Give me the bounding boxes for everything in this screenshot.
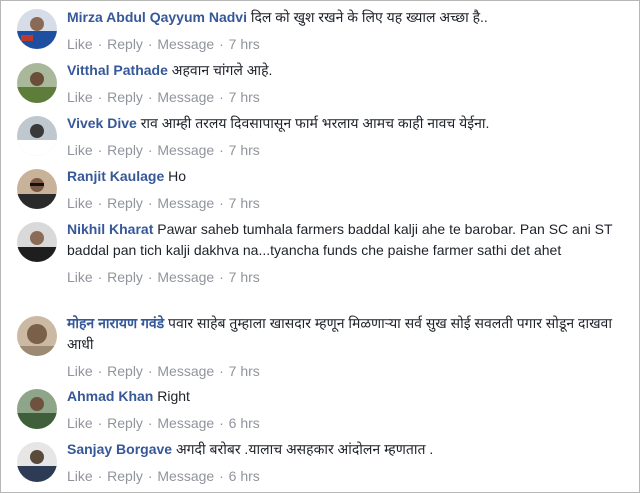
separator: · — [147, 363, 153, 379]
profile-photo-icon — [17, 389, 57, 429]
avatar[interactable] — [17, 316, 57, 356]
timestamp-link[interactable]: 7 hrs — [229, 36, 260, 52]
avatar[interactable] — [17, 9, 57, 49]
avatar[interactable] — [17, 442, 57, 482]
timestamp-link[interactable]: 7 hrs — [229, 269, 260, 285]
separator: · — [147, 468, 153, 484]
comment-actions: Like · Reply · Message · 7 hrs — [67, 34, 627, 54]
like-link[interactable]: Like — [67, 415, 93, 431]
reply-link[interactable]: Reply — [107, 195, 143, 211]
separator: · — [219, 195, 224, 211]
separator: · — [97, 269, 103, 285]
comments-panel: Mirza Abdul Qayyum Nadvi दिल को खुश रखने… — [0, 0, 640, 493]
timestamp-link[interactable]: 6 hrs — [229, 468, 260, 484]
separator: · — [219, 468, 224, 484]
separator: · — [97, 415, 103, 431]
comment-text: राव आम्ही तरलय दिवसापासून फार्म भरलाय आम… — [140, 115, 490, 131]
comment-author-link[interactable]: Nikhil Kharat — [67, 221, 153, 237]
separator: · — [97, 363, 103, 379]
profile-photo-icon — [17, 116, 57, 156]
comment-actions: Like · Reply · Message · 6 hrs — [67, 466, 627, 486]
reply-link[interactable]: Reply — [107, 415, 143, 431]
separator: · — [147, 415, 153, 431]
avatar[interactable] — [17, 169, 57, 209]
comment-actions: Like · Reply · Message · 6 hrs — [67, 413, 627, 433]
like-link[interactable]: Like — [67, 142, 93, 158]
like-link[interactable]: Like — [67, 269, 93, 285]
profile-photo-icon — [17, 222, 57, 262]
separator: · — [97, 89, 103, 105]
comment-actions: Like · Reply · Message · 7 hrs — [67, 361, 627, 381]
separator: · — [147, 89, 153, 105]
separator: · — [147, 142, 153, 158]
message-link[interactable]: Message — [157, 142, 214, 158]
profile-photo-icon — [17, 63, 57, 103]
comment-text: Ho — [168, 168, 187, 184]
comment-actions: Like · Reply · Message · 7 hrs — [67, 193, 627, 213]
comment-actions: Like · Reply · Message · 7 hrs — [67, 140, 627, 160]
like-link[interactable]: Like — [67, 468, 93, 484]
timestamp-link[interactable]: 7 hrs — [229, 195, 260, 211]
separator: · — [147, 195, 153, 211]
timestamp-link[interactable]: 7 hrs — [229, 363, 260, 379]
profile-photo-icon — [17, 9, 57, 49]
separator: · — [147, 36, 153, 52]
comment-author-link[interactable]: Ahmad Khan — [67, 388, 153, 404]
profile-photo-icon — [17, 169, 57, 209]
avatar[interactable] — [17, 63, 57, 103]
message-link[interactable]: Message — [157, 269, 214, 285]
like-link[interactable]: Like — [67, 36, 93, 52]
comment-author-link[interactable]: Vivek Dive — [67, 115, 137, 131]
reply-link[interactable]: Reply — [107, 269, 143, 285]
comment-author-link[interactable]: Sanjay Borgave — [67, 441, 172, 457]
message-link[interactable]: Message — [157, 89, 214, 105]
reply-link[interactable]: Reply — [107, 468, 143, 484]
comment-text: अगदी बरोबर .यालाच असहकार आंदोलन म्हणतात … — [175, 441, 434, 457]
comment-text: अहवान चांगले आहे. — [171, 62, 273, 78]
separator: · — [97, 195, 103, 211]
timestamp-link[interactable]: 6 hrs — [229, 415, 260, 431]
comment-author-link[interactable]: Vitthal Pathade — [67, 62, 168, 78]
like-link[interactable]: Like — [67, 363, 93, 379]
comment-author-link[interactable]: Ranjit Kaulage — [67, 168, 164, 184]
separator: · — [219, 142, 224, 158]
comment-text: दिल को खुश रखने के लिए यह ख्याल अच्छा है… — [250, 9, 488, 25]
avatar[interactable] — [17, 116, 57, 156]
comment-actions: Like · Reply · Message · 7 hrs — [67, 267, 627, 287]
comment-text: Right — [157, 388, 190, 404]
separator: · — [147, 269, 153, 285]
reply-link[interactable]: Reply — [107, 142, 143, 158]
reply-link[interactable]: Reply — [107, 89, 143, 105]
avatar[interactable] — [17, 389, 57, 429]
separator: · — [219, 89, 224, 105]
message-link[interactable]: Message — [157, 36, 214, 52]
timestamp-link[interactable]: 7 hrs — [229, 89, 260, 105]
separator: · — [97, 468, 103, 484]
separator: · — [219, 415, 224, 431]
message-link[interactable]: Message — [157, 468, 214, 484]
reply-link[interactable]: Reply — [107, 36, 143, 52]
separator: · — [219, 363, 224, 379]
comment-author-link[interactable]: मोहन नारायण गवंडे — [67, 315, 164, 331]
profile-photo-icon — [17, 316, 57, 356]
separator: · — [97, 36, 103, 52]
separator: · — [219, 36, 224, 52]
message-link[interactable]: Message — [157, 195, 214, 211]
message-link[interactable]: Message — [157, 415, 214, 431]
like-link[interactable]: Like — [67, 89, 93, 105]
comment-author-link[interactable]: Mirza Abdul Qayyum Nadvi — [67, 9, 247, 25]
like-link[interactable]: Like — [67, 195, 93, 211]
message-link[interactable]: Message — [157, 363, 214, 379]
reply-link[interactable]: Reply — [107, 363, 143, 379]
separator: · — [97, 142, 103, 158]
timestamp-link[interactable]: 7 hrs — [229, 142, 260, 158]
avatar[interactable] — [17, 222, 57, 262]
profile-photo-icon — [17, 442, 57, 482]
separator: · — [219, 269, 224, 285]
comment-actions: Like · Reply · Message · 7 hrs — [67, 87, 627, 107]
